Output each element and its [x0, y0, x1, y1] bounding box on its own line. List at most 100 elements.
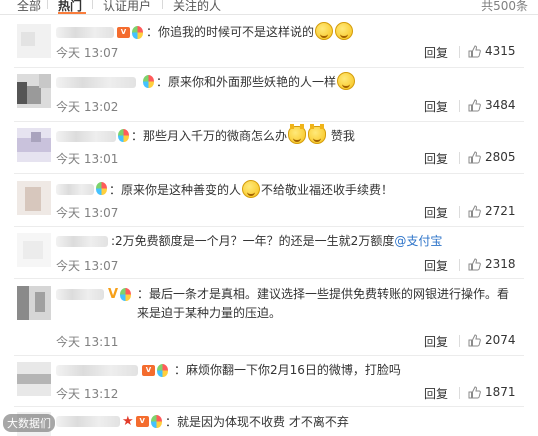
username-blurred[interactable]: [56, 365, 138, 376]
comment-divider: [14, 67, 524, 68]
smiley-emoji-icon: [335, 22, 354, 40]
verified-v-icon: V: [108, 287, 119, 302]
comment-time: 今天 13:07: [56, 206, 119, 220]
cat-emoji-icon: [288, 124, 307, 144]
reply-button[interactable]: 回复: [424, 385, 448, 402]
like-count: 3484: [485, 98, 516, 112]
user-badges: ★ V: [122, 415, 162, 428]
action-separator: [459, 259, 460, 271]
active-tab-indicator: [58, 12, 86, 14]
comment-text: ：就是因为体现不收费 才不离不弃: [165, 415, 349, 429]
comment-divider: [14, 173, 524, 174]
tab-verified-users[interactable]: 认证用户: [103, 0, 151, 14]
user-badges: V: [108, 287, 132, 302]
comment-time: 今天 13:12: [56, 387, 119, 401]
thumbs-up-icon: [468, 333, 481, 346]
avatar[interactable]: [17, 362, 51, 396]
balloon-badge-icon: [132, 26, 143, 39]
comment-time: 今天 13:07: [56, 46, 119, 60]
comment-text: ：原来你是这种善变的人 不给敬业福还收手续费！: [109, 180, 393, 200]
avatar[interactable]: [17, 128, 51, 162]
like-count: 2074: [485, 333, 516, 347]
avatar[interactable]: [17, 24, 51, 58]
avatar[interactable]: [17, 233, 51, 267]
tab-separator: [162, 0, 163, 9]
mention-link[interactable]: @支付宝: [394, 234, 442, 248]
vip-badge-icon: V: [142, 365, 155, 376]
action-separator: [459, 387, 460, 399]
like-button[interactable]: 2074: [468, 333, 516, 347]
username-blurred[interactable]: [56, 184, 94, 195]
thumbs-up-icon: [468, 44, 481, 57]
action-separator: [459, 335, 460, 347]
action-separator: [459, 46, 460, 58]
reply-button[interactable]: 回复: [424, 44, 448, 61]
comment-time: 今天 13:11: [56, 335, 119, 349]
vip-badge-icon: V: [117, 27, 130, 38]
comment-time: 今天 13:01: [56, 152, 119, 166]
comment-time: 今天 13:02: [56, 100, 119, 114]
balloon-badge-icon: [96, 182, 107, 195]
avatar[interactable]: [17, 181, 51, 215]
avatar[interactable]: [17, 74, 51, 108]
vip-badge-icon: V: [135, 416, 149, 427]
comment-divider: [14, 121, 524, 122]
like-button[interactable]: 4315: [468, 44, 516, 58]
like-button[interactable]: 2805: [468, 150, 516, 164]
username-blurred[interactable]: [56, 131, 116, 142]
balloon-badge-icon: [118, 129, 129, 142]
action-separator: [459, 206, 460, 218]
username-blurred[interactable]: [56, 289, 104, 300]
username-blurred[interactable]: [56, 77, 136, 88]
reply-button[interactable]: 回复: [424, 333, 448, 350]
like-button[interactable]: 3484: [468, 98, 516, 112]
thumbs-up-icon: [468, 204, 481, 217]
tab-separator: [92, 0, 93, 9]
username-blurred[interactable]: [56, 236, 108, 247]
like-count: 2318: [485, 257, 516, 271]
reply-button[interactable]: 回复: [424, 98, 448, 115]
username-blurred[interactable]: [56, 27, 114, 38]
like-button[interactable]: 2318: [468, 257, 516, 271]
smiley-emoji-icon: [337, 72, 356, 90]
comment-divider: [14, 226, 524, 227]
comment-divider: [14, 355, 524, 356]
comment-filter-tabs: 全部 热门 认证用户 关注的人 共500条: [0, 0, 538, 15]
smiley-emoji-icon: [242, 180, 261, 198]
user-badges: [96, 182, 107, 195]
like-button[interactable]: 2721: [468, 204, 516, 218]
action-separator: [459, 100, 460, 112]
thumbs-up-icon: [468, 385, 481, 398]
action-separator: [459, 152, 460, 164]
like-button[interactable]: 1871: [468, 385, 516, 399]
username-blurred[interactable]: [56, 416, 120, 427]
comment-text: ：麻烦你翻一下你2月16日的微博，打脸吗: [174, 363, 401, 377]
like-count: 4315: [485, 44, 516, 58]
like-count: 1871: [485, 385, 516, 399]
balloon-badge-icon: [157, 364, 168, 377]
tab-following[interactable]: 关注的人: [173, 0, 221, 14]
comment-text: ：最后一条才是真相。建议选择一些提供免费转账的网银进行操作。看来是迫于某种力量的…: [137, 287, 510, 320]
reply-button[interactable]: 回复: [424, 204, 448, 221]
avatar[interactable]: [17, 286, 51, 320]
like-count: 2805: [485, 150, 516, 164]
cat-emoji-icon: [308, 124, 327, 144]
smiley-emoji-icon: [315, 22, 334, 40]
thumbs-up-icon: [468, 150, 481, 163]
thumbs-up-icon: [468, 257, 481, 270]
reply-button[interactable]: 回复: [424, 150, 448, 167]
like-count: 2721: [485, 204, 516, 218]
tab-all[interactable]: 全部: [17, 0, 41, 14]
tab-separator: [47, 0, 48, 9]
thumbs-up-icon: [468, 98, 481, 111]
comment-text: ：原来你和外面那些妖艳的人一样: [156, 72, 356, 92]
comment-total-count: 共500条: [481, 0, 528, 13]
star-badge-icon: ★: [122, 414, 134, 429]
balloon-badge-icon: [143, 75, 154, 88]
comment-divider: [14, 278, 524, 279]
comment-divider: [14, 406, 524, 407]
balloon-badge-icon: [150, 415, 162, 428]
watermark: 大数据们: [3, 414, 55, 432]
comment-text: ：那些月入千万的微商怎么办 赞我: [131, 124, 355, 146]
reply-button[interactable]: 回复: [424, 257, 448, 274]
